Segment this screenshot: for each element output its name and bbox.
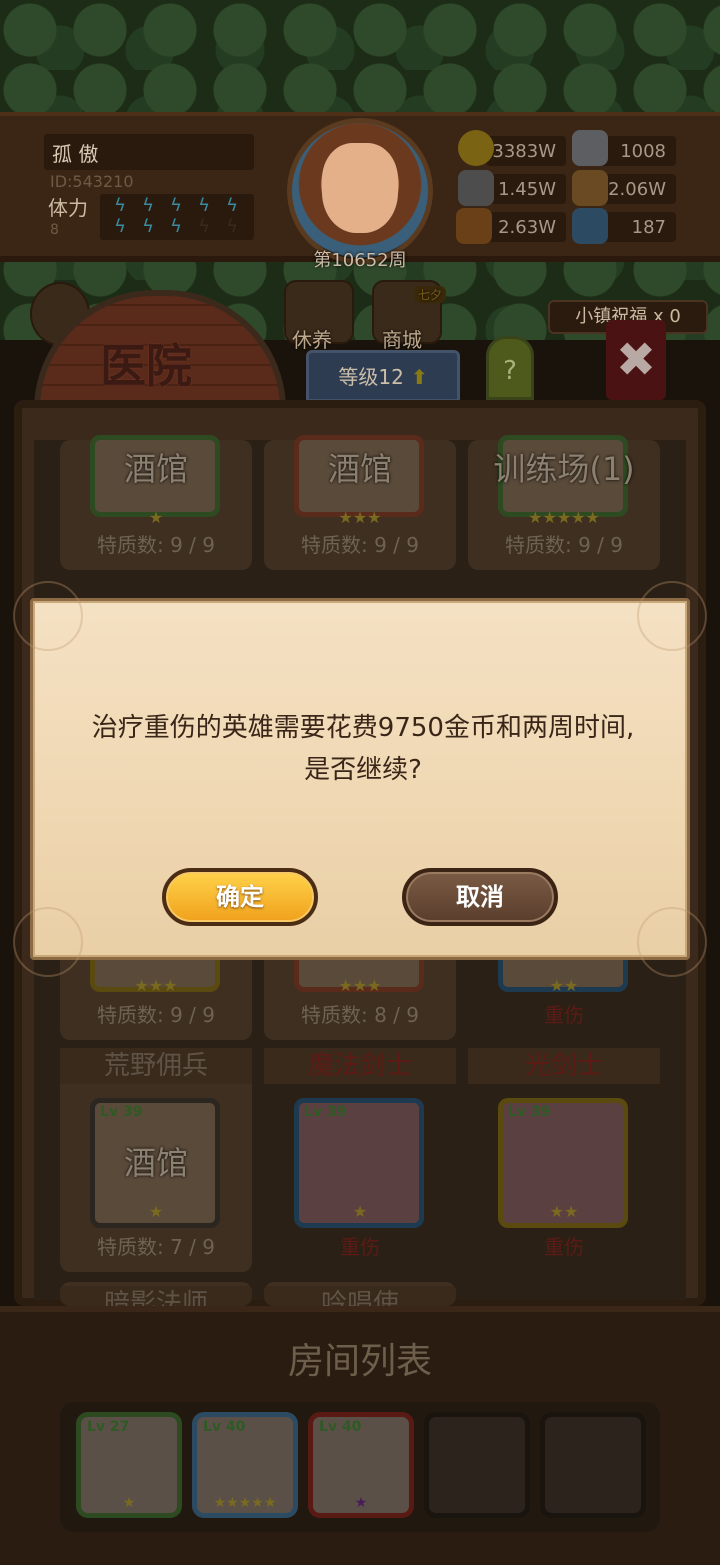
dialog-ornament [13,907,83,977]
dialog-message: 治疗重伤的英雄需要花费9750金币和两周时间, 是否继续? [33,707,693,791]
dialog-ornament [637,907,707,977]
dialog-ornament [13,581,83,651]
dialog-message-line1: 治疗重伤的英雄需要花费9750金币和两周时间, [91,713,635,743]
confirm-button[interactable]: 确定 [162,868,318,926]
confirm-dialog: 治疗重伤的英雄需要花费9750金币和两周时间, 是否继续? [13,581,707,977]
dialog-message-line2: 是否继续? [304,755,422,785]
dialog-ornament [637,581,707,651]
cancel-button[interactable]: 取消 [402,868,558,926]
